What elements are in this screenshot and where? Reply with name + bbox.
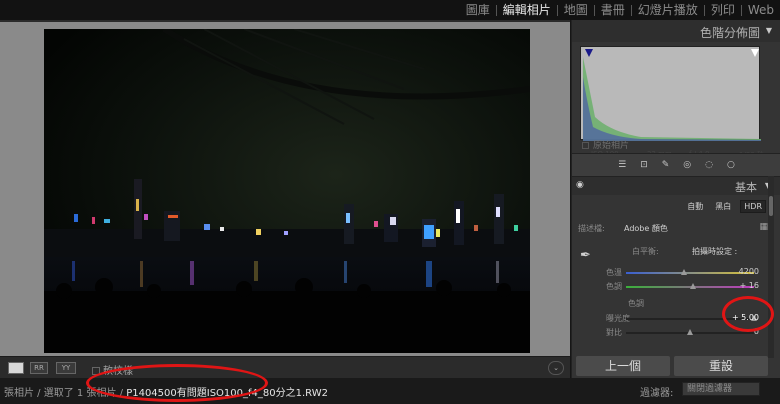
wb-select[interactable]: 拍攝時設定 : bbox=[692, 246, 737, 257]
temperature-track[interactable] bbox=[626, 269, 754, 275]
temperature-thumb[interactable] bbox=[680, 269, 687, 275]
original-photo-toggle[interactable]: 原始相片 bbox=[582, 138, 629, 151]
module-tab[interactable]: 圖庫 bbox=[460, 0, 496, 20]
wb-label: 白平衡: bbox=[632, 247, 659, 256]
scrollbar-thumb[interactable] bbox=[769, 196, 773, 216]
annotation-circle bbox=[722, 296, 774, 332]
module-tab[interactable]: 書冊 bbox=[595, 0, 631, 20]
tint-slider[interactable]: 色調 + 16 bbox=[572, 280, 780, 294]
basic-panel-header[interactable]: ◉ 基本 ▼ bbox=[572, 177, 780, 195]
toolbar-menu-icon[interactable]: ⌄ bbox=[548, 361, 564, 375]
histogram-graph bbox=[583, 49, 761, 141]
profile-select[interactable]: Adobe 顏色 bbox=[624, 223, 668, 234]
previous-button[interactable]: 上一個 bbox=[576, 356, 670, 376]
before-after-menu-button[interactable]: YY bbox=[56, 362, 76, 374]
original-photo-checkbox[interactable] bbox=[582, 142, 589, 149]
mask-icon[interactable]: ◌ bbox=[705, 160, 713, 170]
tint-value[interactable]: + 16 bbox=[740, 281, 759, 290]
panel-scrollbar[interactable] bbox=[768, 176, 774, 358]
histogram-title: 色階分佈圖 bbox=[699, 26, 760, 40]
bw-button[interactable]: 黑白 bbox=[712, 200, 734, 213]
highlight-clipping-icon[interactable] bbox=[751, 49, 759, 57]
contrast-label: 對比 bbox=[606, 328, 622, 337]
profile-browser-icon[interactable]: ▦ bbox=[759, 222, 768, 232]
loupe-view-button[interactable] bbox=[8, 362, 24, 374]
hdr-button[interactable]: HDR bbox=[740, 200, 766, 213]
tint-track[interactable] bbox=[626, 283, 754, 289]
night-skyline-photo bbox=[44, 29, 530, 353]
tint-label: 色調 bbox=[606, 282, 622, 291]
panel-footer: 上一個 重設 bbox=[572, 356, 780, 378]
histogram[interactable]: ISO 100 22 mm ƒ / 4.0 1/80 秒 bbox=[580, 46, 764, 159]
histogram-header[interactable]: 色階分佈圖 ▼ bbox=[572, 20, 780, 42]
module-tab[interactable]: 地圖 bbox=[558, 0, 594, 20]
original-photo-label: 原始相片 bbox=[593, 141, 630, 151]
collapse-triangle-icon[interactable]: ▼ bbox=[766, 26, 772, 35]
module-tab[interactable]: 幻燈片播放 bbox=[632, 0, 704, 20]
eyedropper-icon[interactable]: ✒ bbox=[580, 248, 591, 263]
auto-button[interactable]: 自動 bbox=[684, 200, 706, 213]
healing-icon[interactable]: ✎ bbox=[662, 160, 670, 170]
module-tab[interactable]: 列印 bbox=[705, 0, 741, 20]
eye-icon[interactable]: ◉ bbox=[576, 180, 584, 190]
image-toolbar: RR YY 軟校樣 ⌄ bbox=[0, 356, 570, 378]
red-eye-icon[interactable]: ◎ bbox=[683, 160, 691, 170]
photo-preview[interactable] bbox=[44, 29, 530, 353]
treatment-row: 自動 黑白 HDR bbox=[684, 200, 766, 213]
crop-icon[interactable]: ⊡ bbox=[640, 160, 648, 170]
basic-title: 基本 bbox=[735, 181, 757, 194]
tone-section-label: 色調 bbox=[628, 299, 644, 308]
profile-label: 描述檔: bbox=[578, 224, 605, 233]
temperature-value[interactable]: 4200 bbox=[739, 267, 759, 276]
before-after-button[interactable]: RR bbox=[30, 362, 48, 374]
temperature-slider[interactable]: 色溫 4200 bbox=[572, 266, 780, 280]
profile-row: 描述檔: Adobe 顏色 ▦ bbox=[578, 222, 768, 234]
sliders-icon[interactable]: ☰ bbox=[618, 160, 626, 170]
filter-label: 過濾器: bbox=[640, 388, 674, 399]
contrast-thumb[interactable] bbox=[687, 329, 693, 335]
module-bar: 圖庫 編輯相片 地圖 書冊 幻燈片播放 列印 Web bbox=[0, 0, 780, 20]
temperature-label: 色溫 bbox=[606, 268, 622, 277]
tool-strip: ☰ ⊡ ✎ ◎ ◌ ○ bbox=[572, 153, 780, 177]
annotation-ellipse bbox=[86, 364, 268, 402]
reset-button[interactable]: 重設 bbox=[674, 356, 768, 376]
tint-thumb[interactable] bbox=[689, 283, 696, 289]
module-tab[interactable]: Web bbox=[742, 0, 780, 20]
module-tab[interactable]: 編輯相片 bbox=[497, 0, 557, 20]
radial-filter-icon[interactable]: ○ bbox=[727, 160, 735, 170]
contrast-track[interactable] bbox=[626, 329, 754, 335]
module-nav: 圖庫 編輯相片 地圖 書冊 幻燈片播放 列印 Web bbox=[460, 0, 780, 20]
image-canvas[interactable] bbox=[0, 20, 570, 356]
shadow-clipping-icon[interactable] bbox=[585, 49, 593, 57]
filter-select[interactable]: 關閉過濾器 bbox=[682, 382, 760, 396]
